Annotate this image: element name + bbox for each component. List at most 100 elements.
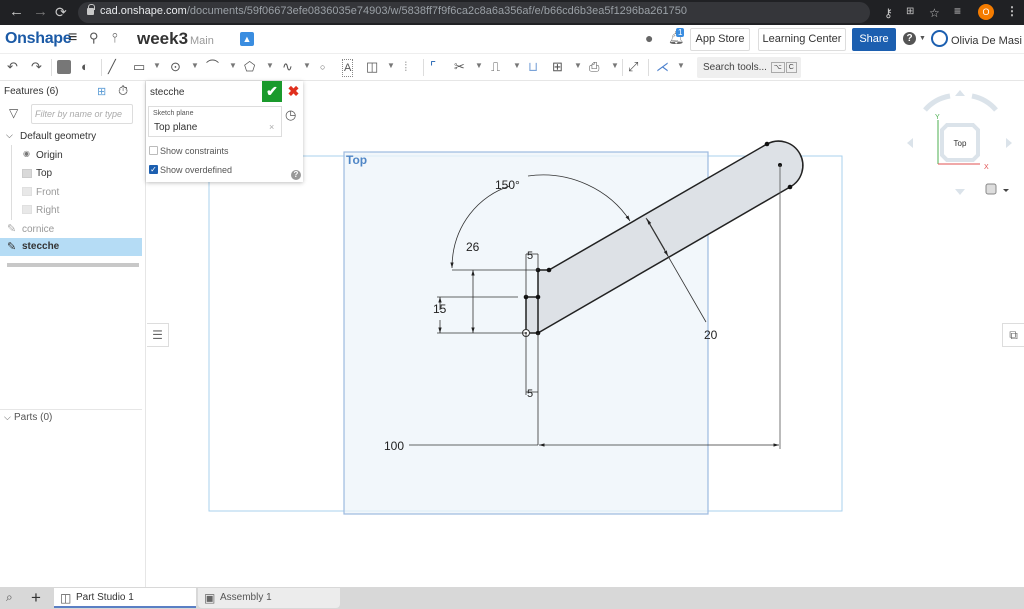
constraint-tool-icon[interactable]: ⋌ [656, 59, 669, 75]
insert-icon[interactable]: ⫯ [112, 30, 118, 46]
address-bar[interactable]: cad.onshape.com/documents/59f06673efe083… [78, 2, 940, 23]
extrude-icon[interactable] [57, 60, 71, 74]
rectangle-caret-icon[interactable]: ▼ [153, 61, 161, 70]
appearance-panel-icon[interactable]: ⧉ [1002, 323, 1024, 347]
document-name[interactable]: week3 [137, 29, 188, 49]
tab-part-studio-1[interactable]: ◫ Part Studio 1 [54, 588, 196, 608]
tab-search-icon[interactable]: ⌕ [6, 590, 13, 605]
rectangle-tool-icon[interactable]: ▭ [133, 59, 145, 75]
view-up-arrow[interactable] [955, 90, 965, 96]
dim-width-bottom[interactable]: 5 [527, 388, 533, 400]
rollback-timer-icon[interactable]: ⏱︎ [118, 83, 128, 99]
default-geometry-group[interactable]: Default geometry [20, 131, 96, 142]
rotate-left-arc[interactable] [923, 93, 951, 112]
star-icon[interactable]: ☆ [929, 6, 940, 20]
show-constraints-label[interactable]: Show constraints [160, 146, 229, 156]
accept-button[interactable]: ✔ [262, 81, 282, 102]
view-down-arrow[interactable] [955, 189, 965, 195]
menu-icon[interactable]: ⋮ [1006, 4, 1018, 18]
arc-tool-icon[interactable]: ⌒ [206, 59, 219, 75]
feature-item-top[interactable]: Top [36, 168, 52, 179]
add-tab-icon[interactable]: + [31, 588, 41, 608]
spline-caret-icon[interactable]: ▼ [303, 61, 311, 70]
circle-caret-icon[interactable]: ▼ [191, 61, 199, 70]
feature-item-cornice[interactable]: cornice [22, 224, 54, 235]
mirror-caret-icon[interactable]: ▼ [513, 61, 521, 70]
redo-icon[interactable]: ↷ [31, 59, 42, 75]
point-tool-icon[interactable]: ○ [320, 59, 325, 75]
view-right-arrow[interactable] [1006, 138, 1012, 148]
hamburger-menu-icon[interactable]: ≡ [68, 29, 77, 47]
education-icon[interactable]: ▲ [240, 32, 254, 46]
polygon-caret-icon[interactable]: ▼ [266, 61, 274, 70]
feature-list-toggle-icon[interactable]: ☰ [147, 323, 169, 347]
dimension-tool-icon[interactable]: ⤢ [628, 59, 638, 75]
undo-icon[interactable]: ↶ [7, 59, 18, 75]
help-icon[interactable]: ? [903, 32, 916, 45]
mirror-tool-icon[interactable]: ⎍ [491, 59, 500, 75]
circle-tool-icon[interactable]: ⊙ [170, 59, 181, 75]
user-name[interactable]: Olivia De Masi ▾ [951, 34, 1024, 47]
dxf-caret-icon[interactable]: ▼ [611, 61, 619, 70]
feature-list-scrollbar[interactable] [7, 263, 139, 267]
dim-horizontal-length[interactable]: 100 [384, 439, 404, 453]
pattern-tool-icon[interactable]: ⊞ [552, 59, 563, 75]
feature-item-stecche[interactable]: ✎ stecche [0, 238, 142, 256]
spline-tool-icon[interactable]: ∿ [282, 59, 293, 75]
history-clock-icon[interactable]: ◷ [285, 107, 296, 123]
dxf-import-icon[interactable]: ⎙ [589, 59, 599, 75]
view-mode-caret-icon[interactable] [1003, 189, 1009, 192]
trim-tool-icon[interactable]: ✂ [454, 59, 465, 75]
reload-icon[interactable]: ⟳ [55, 3, 67, 21]
offset-tool-icon[interactable]: ⊔ [528, 59, 538, 75]
show-overdefined-label[interactable]: Show overdefined [160, 165, 232, 175]
back-icon[interactable]: ← [9, 3, 24, 21]
learning-center-button[interactable]: Learning Center [758, 28, 846, 51]
media-icon[interactable]: ≡ [954, 4, 961, 18]
feature-item-origin[interactable]: Origin [36, 150, 63, 161]
pattern-caret-icon[interactable]: ▼ [574, 61, 582, 70]
use-caret-icon[interactable]: ▼ [387, 61, 395, 70]
use-tool-icon[interactable]: ◫ [366, 59, 378, 75]
dim-angle[interactable]: 150° [495, 178, 520, 192]
filter-input[interactable]: Filter by name or type [31, 104, 133, 124]
parts-list-header[interactable]: Parts (0) [14, 412, 52, 423]
constraint-caret-icon[interactable]: ▼ [677, 61, 685, 70]
collapse-chevron-icon[interactable]: ⌵ [6, 130, 13, 141]
dim-width-top[interactable]: 5 [527, 250, 533, 262]
parts-chevron-icon[interactable]: ⌵ [4, 412, 11, 423]
dim-height-step[interactable]: 15 [433, 302, 447, 316]
dim-slot-width[interactable]: 20 [704, 328, 718, 342]
construction-icon[interactable]: ⁞ [404, 59, 408, 75]
polygon-tool-icon[interactable]: ⬠ [244, 59, 255, 75]
trim-caret-icon[interactable]: ▼ [475, 61, 483, 70]
add-folder-icon[interactable]: ⊞ [97, 85, 106, 98]
user-avatar[interactable] [931, 30, 948, 47]
rotate-right-arc[interactable] [971, 93, 998, 112]
key-icon[interactable]: ⚷ [884, 6, 893, 20]
feature-item-front[interactable]: Front [36, 187, 59, 198]
view-cube[interactable]: Top Y X [907, 90, 1012, 195]
profile-avatar[interactable]: O [978, 4, 994, 20]
forward-icon[interactable]: → [33, 3, 48, 21]
comments-icon[interactable]: ● [645, 30, 653, 46]
share-button[interactable]: Share [852, 28, 896, 51]
sketch-plane-field[interactable]: Sketch plane Top plane × [148, 106, 282, 137]
search-tools-button[interactable]: Search tools... ⌥ C [697, 57, 801, 78]
dialog-help-icon[interactable]: ? [291, 170, 301, 180]
show-overdefined-checkbox[interactable]: ✓ [149, 165, 158, 174]
help-caret-icon[interactable]: ▼ [919, 35, 926, 42]
cancel-button[interactable]: ✖ [284, 81, 303, 102]
view-left-arrow[interactable] [907, 138, 913, 148]
text-tool-icon[interactable]: A [342, 59, 354, 77]
dim-height-total[interactable]: 26 [466, 240, 480, 254]
show-constraints-checkbox[interactable] [149, 146, 158, 155]
feature-item-right[interactable]: Right [36, 205, 59, 216]
onshape-logo[interactable]: Onshape [5, 30, 72, 48]
line-tool-icon[interactable]: ╱ [108, 59, 116, 75]
app-store-button[interactable]: App Store [690, 28, 750, 51]
tab-assembly-1[interactable]: ▣ Assembly 1 [198, 588, 340, 608]
revolve-icon[interactable]: ◐ [81, 59, 89, 75]
view-mode-cube-icon[interactable] [985, 183, 997, 195]
fillet-tool-icon[interactable]: ⌜ [430, 59, 436, 75]
